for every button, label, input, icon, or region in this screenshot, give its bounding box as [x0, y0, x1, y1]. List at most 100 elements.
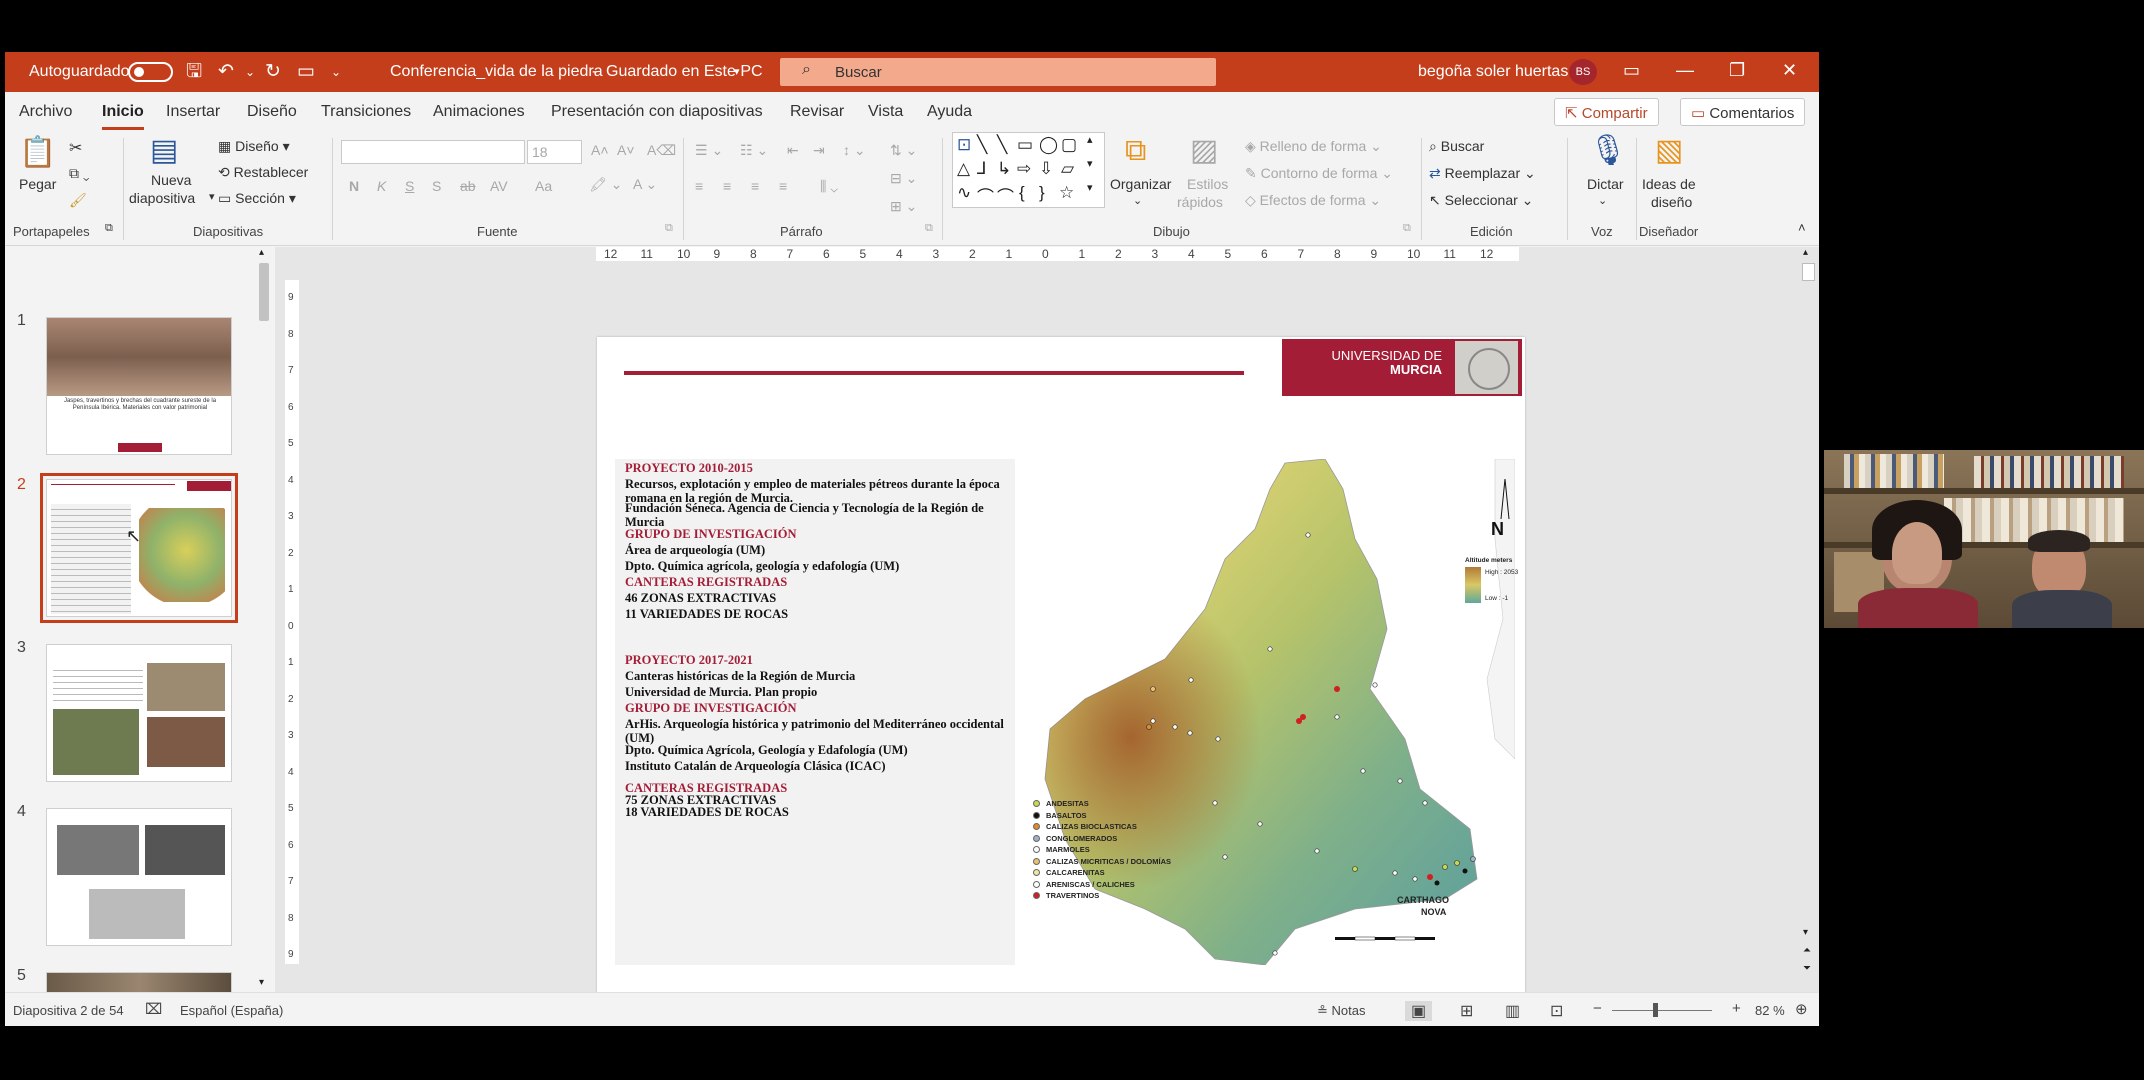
columns-icon[interactable]: ⫼ ⌄	[820, 178, 838, 195]
bold-button[interactable]: N	[349, 178, 359, 194]
elbow-connector-icon[interactable]: ⅃	[977, 159, 986, 179]
zoom-level[interactable]: 82 %	[1755, 1003, 1785, 1018]
restore-icon[interactable]: ❐	[1729, 60, 1745, 81]
reading-view-icon[interactable]: ▥	[1505, 1001, 1520, 1021]
scroll-down-icon[interactable]: ▾	[1803, 927, 1808, 938]
dialog-launcher-icon[interactable]: ⧉	[1403, 222, 1411, 235]
dialog-launcher-icon[interactable]: ⧉	[925, 222, 933, 235]
strikethrough-button[interactable]: ab	[460, 178, 476, 194]
brace-shape-icon[interactable]: }	[1039, 183, 1045, 203]
customize-toolbar-icon[interactable]: ⌄	[331, 60, 341, 84]
smartart-icon[interactable]: ⊞ ⌄	[890, 198, 917, 215]
gallery-scroll-up-icon[interactable]: ▴	[1087, 133, 1093, 146]
design-ideas-label[interactable]: diseño	[1651, 194, 1692, 210]
arc-shape-icon[interactable]: ⌒	[977, 183, 994, 208]
align-right-icon[interactable]: ≡	[751, 178, 759, 194]
arrange-icon[interactable]: ⧉	[1125, 134, 1146, 168]
quick-styles-icon[interactable]: ▨	[1190, 134, 1218, 168]
shape-outline-button[interactable]: ✎ Contorno de forma ⌄	[1245, 165, 1393, 182]
flowchart-shape-icon[interactable]: ▱	[1061, 159, 1074, 179]
zoom-out-icon[interactable]: −	[1593, 1000, 1602, 1017]
italic-button[interactable]: K	[377, 178, 386, 194]
comments-button[interactable]: ▭ Comentarios	[1680, 98, 1806, 126]
save-icon[interactable]: 🖫	[186, 60, 202, 84]
accessibility-icon[interactable]: ⌧	[145, 1000, 162, 1018]
line-spacing-icon[interactable]: ↕ ⌄	[843, 142, 866, 159]
slideshow-view-icon[interactable]: ⊡	[1550, 1001, 1563, 1021]
new-slide-label[interactable]: diapositiva	[129, 190, 195, 206]
avatar[interactable]: BS	[1569, 59, 1597, 85]
design-ideas-button[interactable]: Ideas de	[1642, 176, 1696, 192]
chevron-down-icon[interactable]: ⌄	[1598, 194, 1607, 207]
numbering-icon[interactable]: ☷ ⌄	[740, 142, 768, 159]
undo-dropdown-icon[interactable]: ⌄	[245, 60, 255, 84]
tab-diseno[interactable]: Diseño	[247, 103, 297, 121]
rectangle-shape-icon[interactable]: ▭	[1017, 135, 1033, 155]
curve-shape-icon[interactable]: ∿	[957, 183, 971, 203]
zoom-slider-thumb[interactable]	[1653, 1003, 1658, 1017]
gallery-scroll-down-icon[interactable]: ▾	[1087, 157, 1093, 170]
zoom-slider[interactable]	[1612, 1010, 1712, 1011]
design-ideas-icon[interactable]: ▧	[1655, 134, 1683, 168]
paste-button[interactable]: Pegar	[19, 176, 56, 192]
tab-archivo[interactable]: Archivo	[19, 103, 72, 121]
star-shape-icon[interactable]: ☆	[1059, 183, 1074, 203]
triangle-shape-icon[interactable]: △	[957, 159, 970, 179]
increase-indent-icon[interactable]: ⇥	[813, 142, 825, 159]
highlight-icon[interactable]: 🖍 ⌄	[589, 176, 622, 193]
shape-effects-button[interactable]: ◇ Efectos de forma ⌄	[1245, 192, 1381, 209]
slide-thumbnail-5[interactable]	[46, 972, 232, 992]
scroll-down-icon[interactable]: ▾	[259, 977, 264, 988]
shadow-button[interactable]: S	[432, 178, 441, 194]
next-slide-icon[interactable]: ⏷	[1803, 963, 1811, 974]
search-input[interactable]: ⌕ Buscar	[780, 58, 1216, 86]
slide-thumbnail-1[interactable]: Jaspes, travertinos y brechas del cuadra…	[46, 317, 232, 455]
autosave-toggle[interactable]	[128, 62, 173, 82]
close-icon[interactable]: ✕	[1782, 60, 1797, 81]
line-shape-icon[interactable]: ╲	[977, 135, 987, 155]
tab-ayuda[interactable]: Ayuda	[927, 103, 972, 121]
reset-button[interactable]: ⟲ Restablecer	[218, 164, 308, 181]
tab-transiciones[interactable]: Transiciones	[321, 103, 411, 121]
arrange-button[interactable]: Organizar	[1110, 176, 1171, 192]
line-shape-icon[interactable]: ╲	[997, 135, 1007, 155]
ribbon-display-icon[interactable]: ▭	[1623, 60, 1640, 81]
find-button[interactable]: ⌕ Buscar	[1429, 138, 1484, 155]
layout-button[interactable]: ▦ Diseño ▾	[218, 138, 290, 155]
share-button[interactable]: ⇱ Compartir	[1554, 98, 1659, 126]
slide-thumbnail-3[interactable]	[46, 644, 232, 782]
chevron-down-icon[interactable]: ▾	[209, 190, 215, 203]
elbow-connector-icon[interactable]: ↳	[997, 159, 1011, 179]
underline-button[interactable]: S	[405, 178, 414, 194]
font-size-input[interactable]: 18	[527, 140, 582, 164]
cut-icon[interactable]: ✂	[69, 138, 82, 158]
tab-presentacion[interactable]: Presentación con diapositivas	[551, 103, 763, 121]
tab-animaciones[interactable]: Animaciones	[433, 103, 525, 121]
scroll-up-icon[interactable]: ▴	[259, 247, 264, 258]
paste-icon[interactable]: 📋	[19, 136, 56, 170]
section-button[interactable]: ▭ Sección ▾	[218, 190, 296, 207]
textbox-shape-icon[interactable]: ⊡	[957, 135, 971, 155]
align-center-icon[interactable]: ≡	[723, 178, 731, 194]
align-left-icon[interactable]: ≡	[695, 178, 703, 194]
select-button[interactable]: ↖ Seleccionar ⌄	[1429, 192, 1533, 209]
increase-font-icon[interactable]: A˄	[591, 142, 609, 158]
down-arrow-shape-icon[interactable]: ⇩	[1039, 159, 1053, 179]
text-direction-icon[interactable]: ⇅ ⌄	[890, 142, 917, 159]
slide-thumbnail-2[interactable]	[40, 473, 238, 623]
new-slide-icon[interactable]: ▤	[150, 134, 178, 168]
start-presentation-icon[interactable]: ▭	[297, 60, 315, 84]
font-color-icon[interactable]: A ⌄	[633, 176, 657, 193]
undo-icon[interactable]: ↶	[218, 60, 234, 84]
tab-revisar[interactable]: Revisar	[790, 103, 844, 121]
quick-styles-label[interactable]: rápidos	[1177, 194, 1223, 210]
project-text-box[interactable]: PROYECTO 2010-2015 Recursos, explotación …	[615, 459, 1015, 965]
scroll-up-icon[interactable]: ▴	[1803, 247, 1808, 258]
shape-fill-button[interactable]: ◈ Relleno de forma ⌄	[1245, 138, 1382, 155]
microphone-icon[interactable]: 🎙	[1589, 134, 1627, 168]
new-slide-button[interactable]: Nueva	[151, 172, 191, 188]
thumbnail-scrollbar[interactable]: ▴ ▾	[256, 247, 272, 992]
collapse-ribbon-icon[interactable]: ˄	[1798, 220, 1806, 235]
change-case-button[interactable]: Aa	[535, 178, 552, 194]
oval-shape-icon[interactable]: ◯	[1039, 135, 1058, 155]
